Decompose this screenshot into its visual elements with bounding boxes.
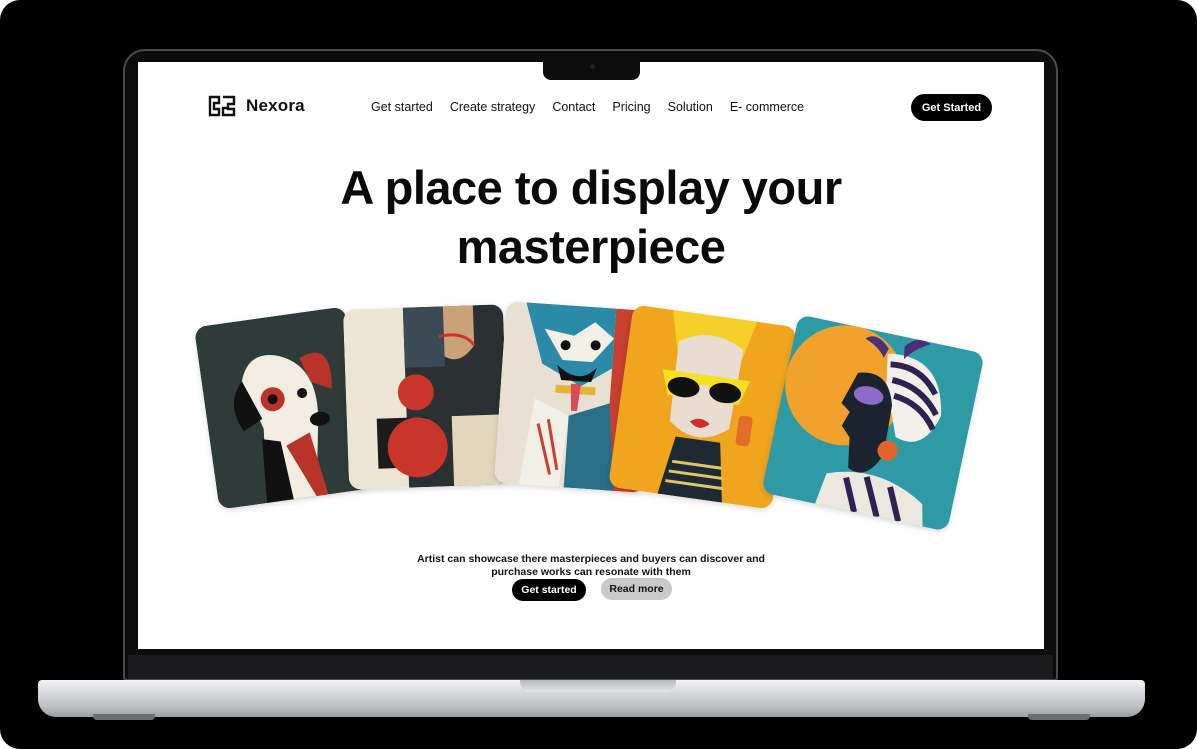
brand-name: Nexora <box>246 96 305 115</box>
webpage-screen: Nexora Get started Create strategy Conta… <box>138 62 1044 649</box>
nav-solution[interactable]: Solution <box>668 100 713 114</box>
nav-e-commerce[interactable]: E- commerce <box>730 100 804 114</box>
brand-logo[interactable]: Nexora <box>208 95 305 117</box>
woman-headwrap-profile <box>761 314 985 532</box>
main-nav: Get started Create strategy Contact Pric… <box>371 100 821 114</box>
nav-pricing[interactable]: Pricing <box>612 100 650 114</box>
nav-get-started[interactable]: Get started <box>371 100 433 114</box>
laptop-chin <box>128 655 1053 679</box>
maze-logo-icon <box>208 95 236 117</box>
device-frame: Nexora Get started Create strategy Conta… <box>0 0 1197 749</box>
nav-create-strategy[interactable]: Create strategy <box>450 100 535 114</box>
artwork-card-geometric[interactable] <box>342 304 510 490</box>
artwork-card-headwrap[interactable] <box>761 314 985 532</box>
camera-notch <box>543 60 640 80</box>
hero-title-line1: A place to display your <box>340 161 842 214</box>
laptop-foot-right <box>1028 714 1090 720</box>
hero-description: Artist can showcase there masterpieces a… <box>417 552 765 578</box>
hero-title-line2: masterpiece <box>456 220 726 273</box>
nav-contact[interactable]: Contact <box>552 100 595 114</box>
read-more-button[interactable]: Read more <box>601 578 672 600</box>
laptop-trackpad-notch <box>520 680 676 692</box>
hero-title: A place to display your masterpiece <box>138 158 1044 276</box>
laptop-foot-left <box>93 714 155 720</box>
get-started-button[interactable]: Get started <box>512 579 586 601</box>
camera-icon <box>590 64 595 69</box>
abstract-geometric-figure <box>342 304 510 490</box>
header-get-started-button[interactable]: Get Started <box>911 94 992 121</box>
